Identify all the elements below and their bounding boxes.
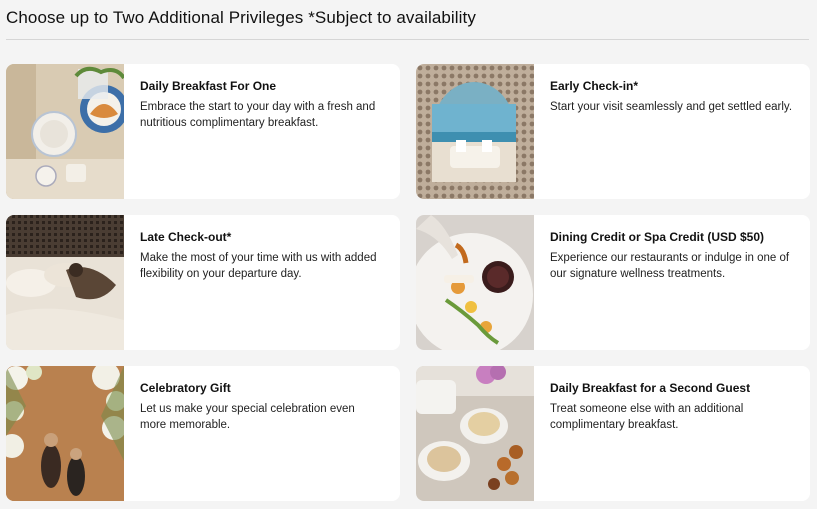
privilege-card-celebratory-gift[interactable]: Celebratory Gift Let us make your specia…: [6, 366, 400, 501]
page-title: Choose up to Two Additional Privileges *…: [6, 8, 476, 27]
coffee-pastry-image: [416, 366, 534, 501]
card-description: Treat someone else with an additional co…: [550, 403, 744, 431]
privilege-card-breakfast-second-guest[interactable]: Daily Breakfast for a Second Guest Treat…: [416, 366, 810, 501]
card-description: Let us make your special celebration eve…: [140, 403, 355, 431]
breakfast-image: [6, 64, 124, 199]
card-title: Daily Breakfast For One: [140, 79, 277, 93]
arch-view-image: [416, 64, 534, 199]
card-title: Dining Credit or Spa Credit (USD $50): [550, 230, 765, 244]
privilege-card-dining-spa-credit[interactable]: Dining Credit or Spa Credit (USD $50) Ex…: [416, 215, 810, 350]
dining-dish-image: [416, 215, 534, 350]
card-title: Celebratory Gift: [140, 381, 231, 395]
card-description: Make the most of your time with us with …: [140, 252, 377, 280]
card-title: Late Check-out*: [140, 230, 232, 244]
privilege-card-early-checkin[interactable]: Early Check-in* Start your visit seamles…: [416, 64, 810, 199]
card-title: Early Check-in*: [550, 79, 639, 93]
card-description: Embrace the start to your day with a fre…: [140, 101, 376, 129]
privilege-card-late-checkout[interactable]: Late Check-out* Make the most of your ti…: [6, 215, 400, 350]
celebration-image: [6, 366, 124, 501]
card-title: Daily Breakfast for a Second Guest: [550, 381, 751, 395]
card-description: Start your visit seamlessly and get sett…: [550, 101, 793, 113]
privilege-card-breakfast-one[interactable]: Daily Breakfast For One Embrace the star…: [6, 64, 400, 199]
divider: [6, 39, 809, 40]
card-description: Experience our restaurants or indulge in…: [550, 252, 790, 280]
bed-image: [6, 215, 124, 350]
